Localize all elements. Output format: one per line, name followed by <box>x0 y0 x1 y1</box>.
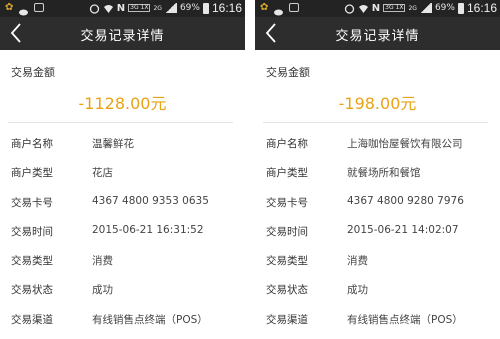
row-value: 消费 <box>92 255 113 268</box>
clover-icon: ✿ <box>5 2 14 13</box>
wifi-icon <box>103 3 114 14</box>
row-value: 花店 <box>92 167 113 180</box>
row-value: 成功 <box>92 284 113 297</box>
row-value: 消费 <box>347 255 368 268</box>
row-label: 交易状态 <box>266 284 308 297</box>
cloud-icon <box>18 2 29 16</box>
row-label: 交易卡号 <box>11 196 53 209</box>
detail-row: 交易卡号 4367 4800 9353 0635 <box>0 191 245 220</box>
clover-icon: ✿ <box>260 2 269 13</box>
amount-label: 交易金额 <box>11 66 55 79</box>
amount-value: -198.00元 <box>338 94 417 113</box>
row-label: 商户名称 <box>11 138 53 150</box>
clock: 16:16 <box>211 1 242 15</box>
detail-list: 商户名称 上海咖怡屋餐饮有限公司 商户类型 就餐场所和餐馆 交易卡号 4367 … <box>255 132 500 337</box>
alarm-icon <box>344 3 355 14</box>
detail-row: 商户名称 温馨鲜花 <box>0 132 245 161</box>
detail-row: 交易类型 消费 <box>255 249 500 278</box>
nfc-icon: N <box>116 2 126 14</box>
row-value: 2015-06-21 14:02:07 <box>347 223 459 236</box>
phone-screen-right: ✿ N 3G 1X 2G 69% 16:16 交易记录详情 交易金额 -198.… <box>255 0 500 339</box>
detail-row: 商户名称 上海咖怡屋餐饮有限公司 <box>255 132 500 161</box>
row-label: 交易时间 <box>11 225 53 238</box>
cloud-icon <box>273 2 284 16</box>
image-icon <box>289 3 300 12</box>
row-label: 商户类型 <box>266 167 308 180</box>
row-label: 交易类型 <box>266 255 308 268</box>
row-label: 交易渠道 <box>266 313 308 326</box>
amount-value: -1128.00元 <box>78 94 167 113</box>
network-type-badge: 3G 1X <box>383 4 406 12</box>
divider <box>263 122 488 123</box>
detail-row: 交易卡号 4367 4800 9280 7976 <box>255 191 500 220</box>
row-label: 商户名称 <box>266 138 308 150</box>
detail-row: 商户类型 就餐场所和餐馆 <box>255 161 500 190</box>
detail-row: 交易时间 2015-06-21 16:31:52 <box>0 220 245 249</box>
divider <box>8 122 233 123</box>
transaction-detail-panel: 交易金额 -198.00元 商户名称 上海咖怡屋餐饮有限公司 商户类型 就餐场所… <box>255 50 500 339</box>
battery-percent: 69% <box>434 3 455 13</box>
title-bar: 交易记录详情 <box>0 17 245 50</box>
battery-icon <box>457 2 464 14</box>
network-type-2g: 2G <box>408 4 417 12</box>
row-value: 成功 <box>347 284 368 297</box>
nfc-icon: N <box>371 2 381 14</box>
row-value: 4367 4800 9353 0635 <box>92 194 209 207</box>
row-label: 交易类型 <box>11 255 53 268</box>
page-title: 交易记录详情 <box>80 29 165 44</box>
detail-row: 交易状态 成功 <box>255 278 500 307</box>
row-value: 温馨鲜花 <box>92 138 134 150</box>
signal-icon <box>164 3 177 13</box>
battery-icon <box>202 2 209 14</box>
row-label: 交易渠道 <box>11 313 53 326</box>
network-type-badge: 3G 1X <box>128 4 151 12</box>
status-bar: ✿ N 3G 1X 2G 69% 16:16 <box>0 0 245 17</box>
signal-icon <box>419 3 432 13</box>
row-value: 有线销售点终端（POS） <box>92 313 208 326</box>
row-label: 交易状态 <box>11 284 53 297</box>
detail-row: 交易渠道 有线销售点终端（POS） <box>255 308 500 337</box>
detail-list: 商户名称 温馨鲜花 商户类型 花店 交易卡号 4367 4800 9353 06… <box>0 132 245 337</box>
clock: 16:16 <box>466 1 497 15</box>
row-label: 商户类型 <box>11 167 53 180</box>
row-label: 交易时间 <box>266 225 308 238</box>
row-value: 4367 4800 9280 7976 <box>347 194 464 207</box>
network-type-2g: 2G <box>153 4 162 12</box>
page-title: 交易记录详情 <box>335 29 420 44</box>
image-icon <box>34 3 45 12</box>
transaction-detail-panel: 交易金额 -1128.00元 商户名称 温馨鲜花 商户类型 花店 交易卡号 43… <box>0 50 245 339</box>
row-label: 交易卡号 <box>266 196 308 209</box>
battery-percent: 69% <box>179 3 200 13</box>
row-value: 就餐场所和餐馆 <box>347 167 421 180</box>
row-value: 2015-06-21 16:31:52 <box>92 223 204 236</box>
detail-row: 交易状态 成功 <box>0 278 245 307</box>
phone-screen-left: ✿ N 3G 1X 2G 69% 16:16 交易记录详情 交易金额 -1128… <box>0 0 245 339</box>
row-value: 有线销售点终端（POS） <box>347 313 463 326</box>
detail-row: 交易类型 消费 <box>0 249 245 278</box>
wifi-icon <box>358 3 369 14</box>
detail-row: 交易时间 2015-06-21 14:02:07 <box>255 220 500 249</box>
title-bar: 交易记录详情 <box>255 17 500 50</box>
alarm-icon <box>89 3 100 14</box>
amount-label: 交易金额 <box>266 66 310 79</box>
row-value: 上海咖怡屋餐饮有限公司 <box>347 138 463 150</box>
status-bar: ✿ N 3G 1X 2G 69% 16:16 <box>255 0 500 17</box>
detail-row: 商户类型 花店 <box>0 161 245 190</box>
detail-row: 交易渠道 有线销售点终端（POS） <box>0 308 245 337</box>
